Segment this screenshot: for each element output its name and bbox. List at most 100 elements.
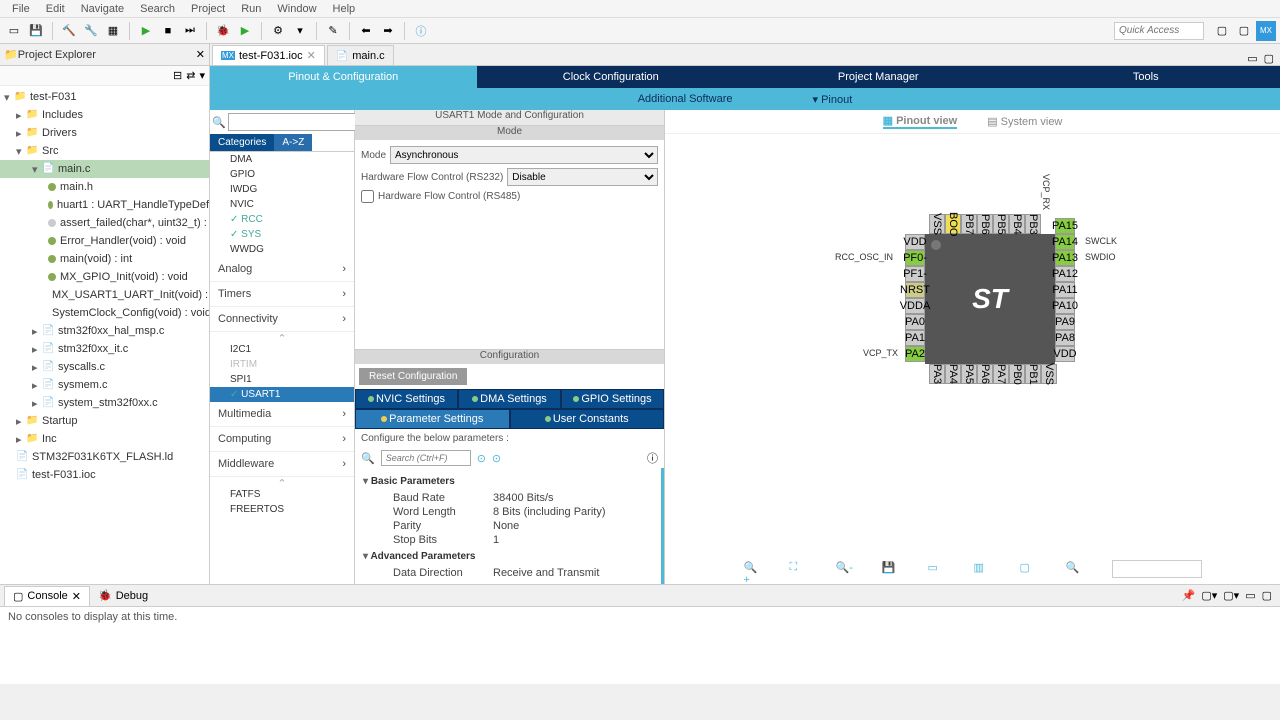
tab-project-manager[interactable]: Project Manager bbox=[745, 66, 1013, 88]
param-stopbits[interactable]: Stop Bits1 bbox=[363, 533, 653, 547]
editor-tab-mainc[interactable]: main.c bbox=[327, 45, 394, 65]
tree-project[interactable]: ▾test-F031 bbox=[0, 88, 209, 106]
param-datadir[interactable]: Data DirectionReceive and Transmit bbox=[363, 566, 653, 580]
play-button[interactable]: ▶ bbox=[235, 21, 255, 41]
layout-icon[interactable]: ▥ bbox=[974, 561, 990, 577]
tab-clock-config[interactable]: Clock Configuration bbox=[478, 66, 746, 88]
cat-sys[interactable]: SYS bbox=[210, 227, 354, 242]
pin-pb6[interactable]: PB6 bbox=[977, 214, 993, 234]
additional-software-link[interactable]: Additional Software bbox=[638, 93, 733, 105]
cat-wwdg[interactable]: WWDG bbox=[210, 242, 354, 257]
info-icon[interactable]: ⓘ bbox=[647, 450, 658, 466]
chip-icon[interactable]: ▭ bbox=[928, 561, 944, 577]
console-tab[interactable]: ▢ Console ✕ bbox=[4, 586, 90, 606]
menu-edit[interactable]: Edit bbox=[38, 3, 73, 15]
minimize-icon[interactable]: ▭ bbox=[1247, 52, 1257, 65]
tree-includes[interactable]: ▸Includes bbox=[0, 106, 209, 124]
pe-menu-icon[interactable]: ▾ bbox=[199, 69, 205, 82]
pin-pa12[interactable]: PA12 bbox=[1055, 266, 1075, 282]
perspective-mx[interactable]: MX bbox=[1256, 21, 1276, 41]
nav-fwd-button[interactable]: ➡ bbox=[378, 21, 398, 41]
tab-gpio-settings[interactable]: GPIO Settings bbox=[561, 389, 664, 409]
maximize-icon[interactable]: ▢ bbox=[1264, 52, 1274, 65]
tab-parameter-settings[interactable]: Parameter Settings bbox=[355, 409, 510, 429]
pin-vdd-left[interactable]: VDD bbox=[905, 234, 925, 250]
tree-itc[interactable]: ▸stm32f0xx_it.c bbox=[0, 340, 209, 358]
tree-mainv[interactable]: main(void) : int bbox=[0, 250, 209, 268]
tree-gpioinit[interactable]: MX_GPIO_Init(void) : void bbox=[0, 268, 209, 286]
menu-run[interactable]: Run bbox=[233, 3, 269, 15]
cat-iwdg[interactable]: IWDG bbox=[210, 182, 354, 197]
advanced-params-group[interactable]: Advanced Parameters bbox=[363, 551, 653, 562]
cat-rcc[interactable]: RCC bbox=[210, 212, 354, 227]
menu-window[interactable]: Window bbox=[269, 3, 324, 15]
param-baud[interactable]: Baud Rate38400 Bits/s bbox=[363, 491, 653, 505]
tree-syscalls[interactable]: ▸syscalls.c bbox=[0, 358, 209, 376]
az-tab[interactable]: A->Z bbox=[274, 134, 312, 151]
pe-link-icon[interactable]: ⇄ bbox=[186, 69, 195, 82]
cat-freertos[interactable]: FREERTOS bbox=[210, 502, 354, 517]
grid-button[interactable]: ▦ bbox=[103, 21, 123, 41]
cat-dma[interactable]: DMA bbox=[210, 152, 354, 167]
zoom-out-icon[interactable]: 🔍- bbox=[836, 561, 852, 577]
tree-usartinit[interactable]: MX_USART1_UART_Init(void) : v bbox=[0, 286, 209, 304]
build-button[interactable]: 🔨 bbox=[59, 21, 79, 41]
tree-inc[interactable]: ▸Inc bbox=[0, 430, 209, 448]
quick-access-input[interactable] bbox=[1114, 22, 1204, 40]
tree-errh[interactable]: Error_Handler(void) : void bbox=[0, 232, 209, 250]
cat-gpio[interactable]: GPIO bbox=[210, 167, 354, 182]
menu-file[interactable]: File bbox=[4, 3, 38, 15]
tree-flashld[interactable]: STM32F031K6TX_FLASH.ld bbox=[0, 448, 209, 466]
cat-middleware-group[interactable]: Middleware› bbox=[210, 452, 354, 477]
pin-pb7[interactable]: PB7 bbox=[961, 214, 977, 234]
tool-button[interactable]: 🔧 bbox=[81, 21, 101, 41]
pin-pa13[interactable]: PA13 bbox=[1055, 250, 1075, 266]
pin-pb0[interactable]: PB0 bbox=[1009, 364, 1025, 384]
system-view-tab[interactable]: ▤ System view bbox=[987, 115, 1062, 128]
pinout-view-tab[interactable]: ▦ Pinout view bbox=[883, 114, 958, 129]
cat-multimedia-group[interactable]: Multimedia› bbox=[210, 402, 354, 427]
tab-pinout-config[interactable]: Pinout & Configuration bbox=[210, 66, 478, 88]
perspective-btn2[interactable]: ▢ bbox=[1234, 21, 1254, 41]
cat-nvic[interactable]: NVIC bbox=[210, 197, 354, 212]
tree-system[interactable]: ▸system_stm32f0xx.c bbox=[0, 394, 209, 412]
tree-huart1[interactable]: huart1 : UART_HandleTypeDef bbox=[0, 196, 209, 214]
pin-pf0[interactable]: PF0- bbox=[905, 250, 925, 266]
pin-pa3[interactable]: PA3 bbox=[929, 364, 945, 384]
cat-analog-group[interactable]: Analog› bbox=[210, 257, 354, 282]
pe-collapse-icon[interactable]: ⊟ bbox=[173, 69, 182, 82]
tree-ioc[interactable]: test-F031.ioc bbox=[0, 466, 209, 484]
list-icon[interactable]: ▢ bbox=[1020, 561, 1036, 577]
param-parity[interactable]: ParityNone bbox=[363, 519, 653, 533]
menu-search[interactable]: Search bbox=[132, 3, 183, 15]
console-pin-icon[interactable]: 📌 bbox=[1182, 589, 1196, 602]
menu-navigate[interactable]: Navigate bbox=[73, 3, 132, 15]
debug-tab[interactable]: 🐞 Debug bbox=[90, 586, 156, 606]
tab-tools[interactable]: Tools bbox=[1013, 66, 1280, 88]
new-button[interactable]: ▭ bbox=[4, 21, 24, 41]
reset-config-button[interactable]: Reset Configuration bbox=[359, 368, 467, 385]
pin-pb5[interactable]: PB5 bbox=[993, 214, 1009, 234]
pin-pa11[interactable]: PA11 bbox=[1055, 282, 1075, 298]
cat-usart1[interactable]: USART1 bbox=[210, 387, 354, 402]
pinout-canvas[interactable]: ST VDD PF0- PF1- NRST VDDA PA0 PA1 PA2 P… bbox=[665, 134, 1280, 554]
close-icon[interactable]: ✕ bbox=[307, 49, 316, 62]
pin-vdda[interactable]: VDDA bbox=[905, 298, 925, 314]
tree-mainc[interactable]: ▾main.c bbox=[0, 160, 209, 178]
next-icon[interactable]: ⊙ bbox=[492, 452, 501, 465]
mode-select[interactable]: Asynchronous bbox=[390, 146, 658, 164]
tab-nvic-settings[interactable]: NVIC Settings bbox=[355, 389, 458, 409]
prev-icon[interactable]: ⊙ bbox=[477, 452, 486, 465]
param-search-input[interactable] bbox=[381, 450, 471, 466]
pin-pa14[interactable]: PA14 bbox=[1055, 234, 1075, 250]
tree-mainh[interactable]: main.h bbox=[0, 178, 209, 196]
pinout-search-input[interactable] bbox=[1112, 560, 1202, 578]
tree-sysclk[interactable]: SystemClock_Config(void) : void bbox=[0, 304, 209, 322]
hwflow485-checkbox[interactable] bbox=[361, 190, 374, 203]
cat-timers-group[interactable]: Timers› bbox=[210, 282, 354, 307]
pin-pa7[interactable]: PA7 bbox=[993, 364, 1009, 384]
pin-pa9[interactable]: PA9 bbox=[1055, 314, 1075, 330]
run-button[interactable]: ▶ bbox=[136, 21, 156, 41]
console-max-icon[interactable]: ▢ bbox=[1262, 589, 1272, 602]
pin-pf1[interactable]: PF1- bbox=[905, 266, 925, 282]
